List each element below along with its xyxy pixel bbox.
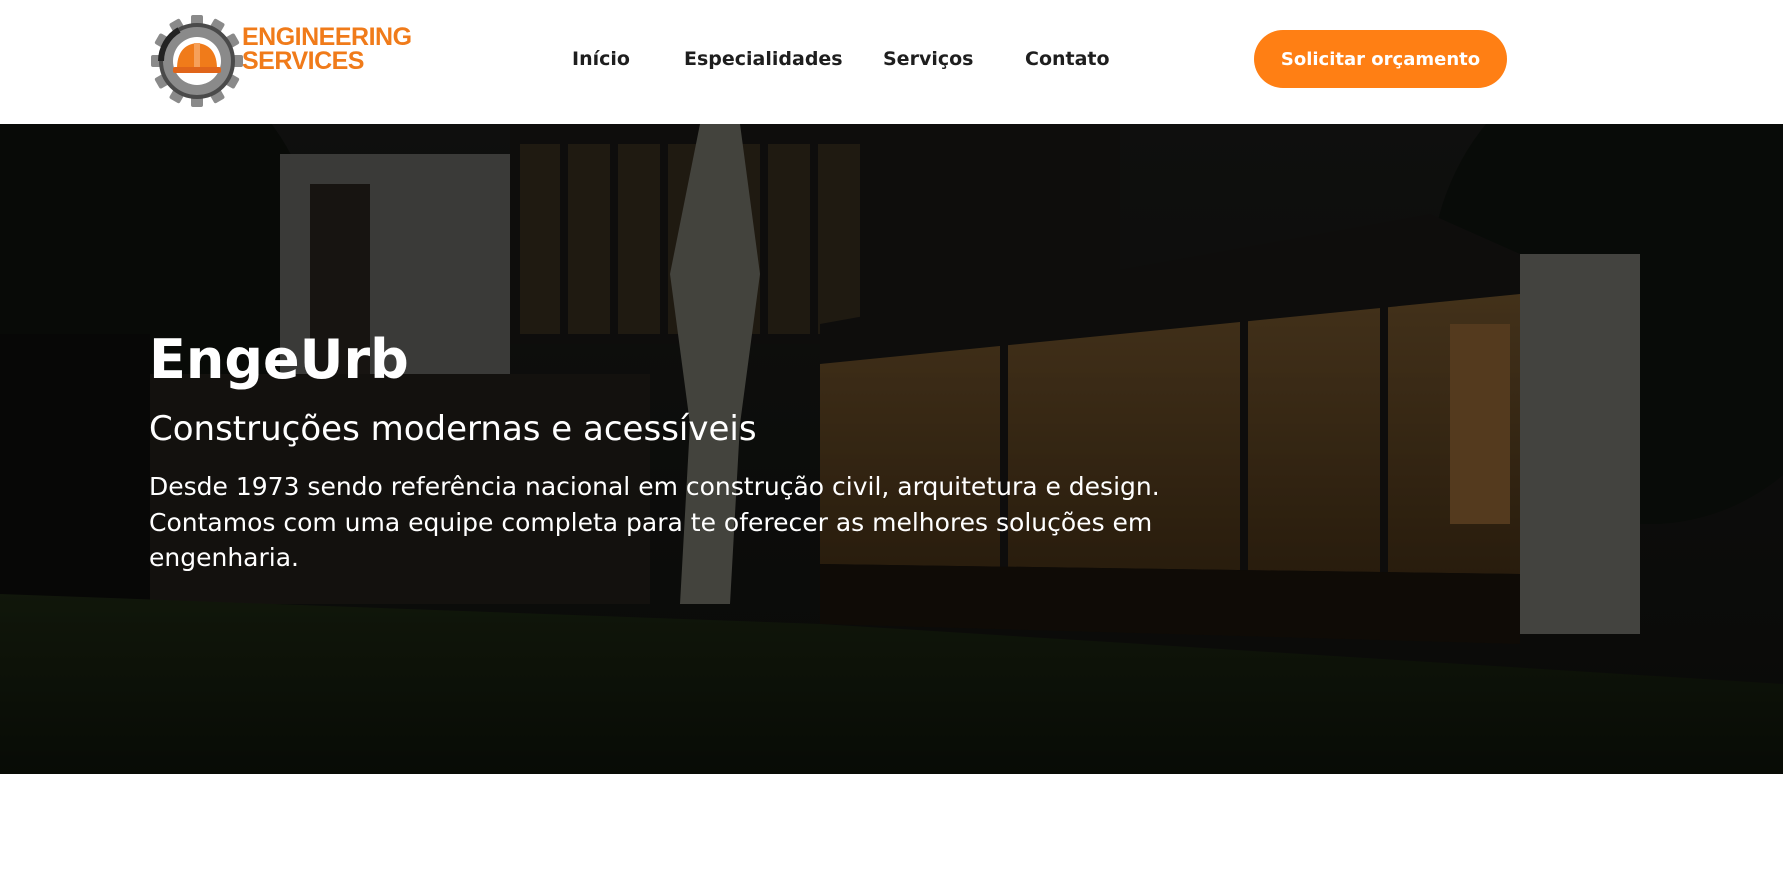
request-quote-button[interactable]: Solicitar orçamento — [1254, 30, 1507, 88]
hero-title: EngeUrb — [149, 328, 409, 391]
nav-link-contato[interactable]: Contato — [1025, 44, 1110, 74]
nav-link-inicio[interactable]: Início — [572, 44, 630, 74]
hero-subtitle: Construções modernas e acessíveis — [149, 409, 757, 449]
nav-link-servicos[interactable]: Serviços — [883, 44, 973, 74]
gear-hardhat-icon — [151, 15, 243, 107]
brand-logo[interactable]: ENGINEERING SERVICES — [150, 8, 420, 108]
top-navbar: ENGINEERING SERVICES Início Especialidad… — [0, 0, 1783, 124]
hero-description: Desde 1973 sendo referência nacional em … — [149, 472, 1160, 572]
hero-section: EngeUrb Construções modernas e acessívei… — [0, 124, 1783, 774]
nav-link-especialidades[interactable]: Especialidades — [684, 44, 843, 74]
logo-text-services: SERVICES — [242, 47, 364, 75]
